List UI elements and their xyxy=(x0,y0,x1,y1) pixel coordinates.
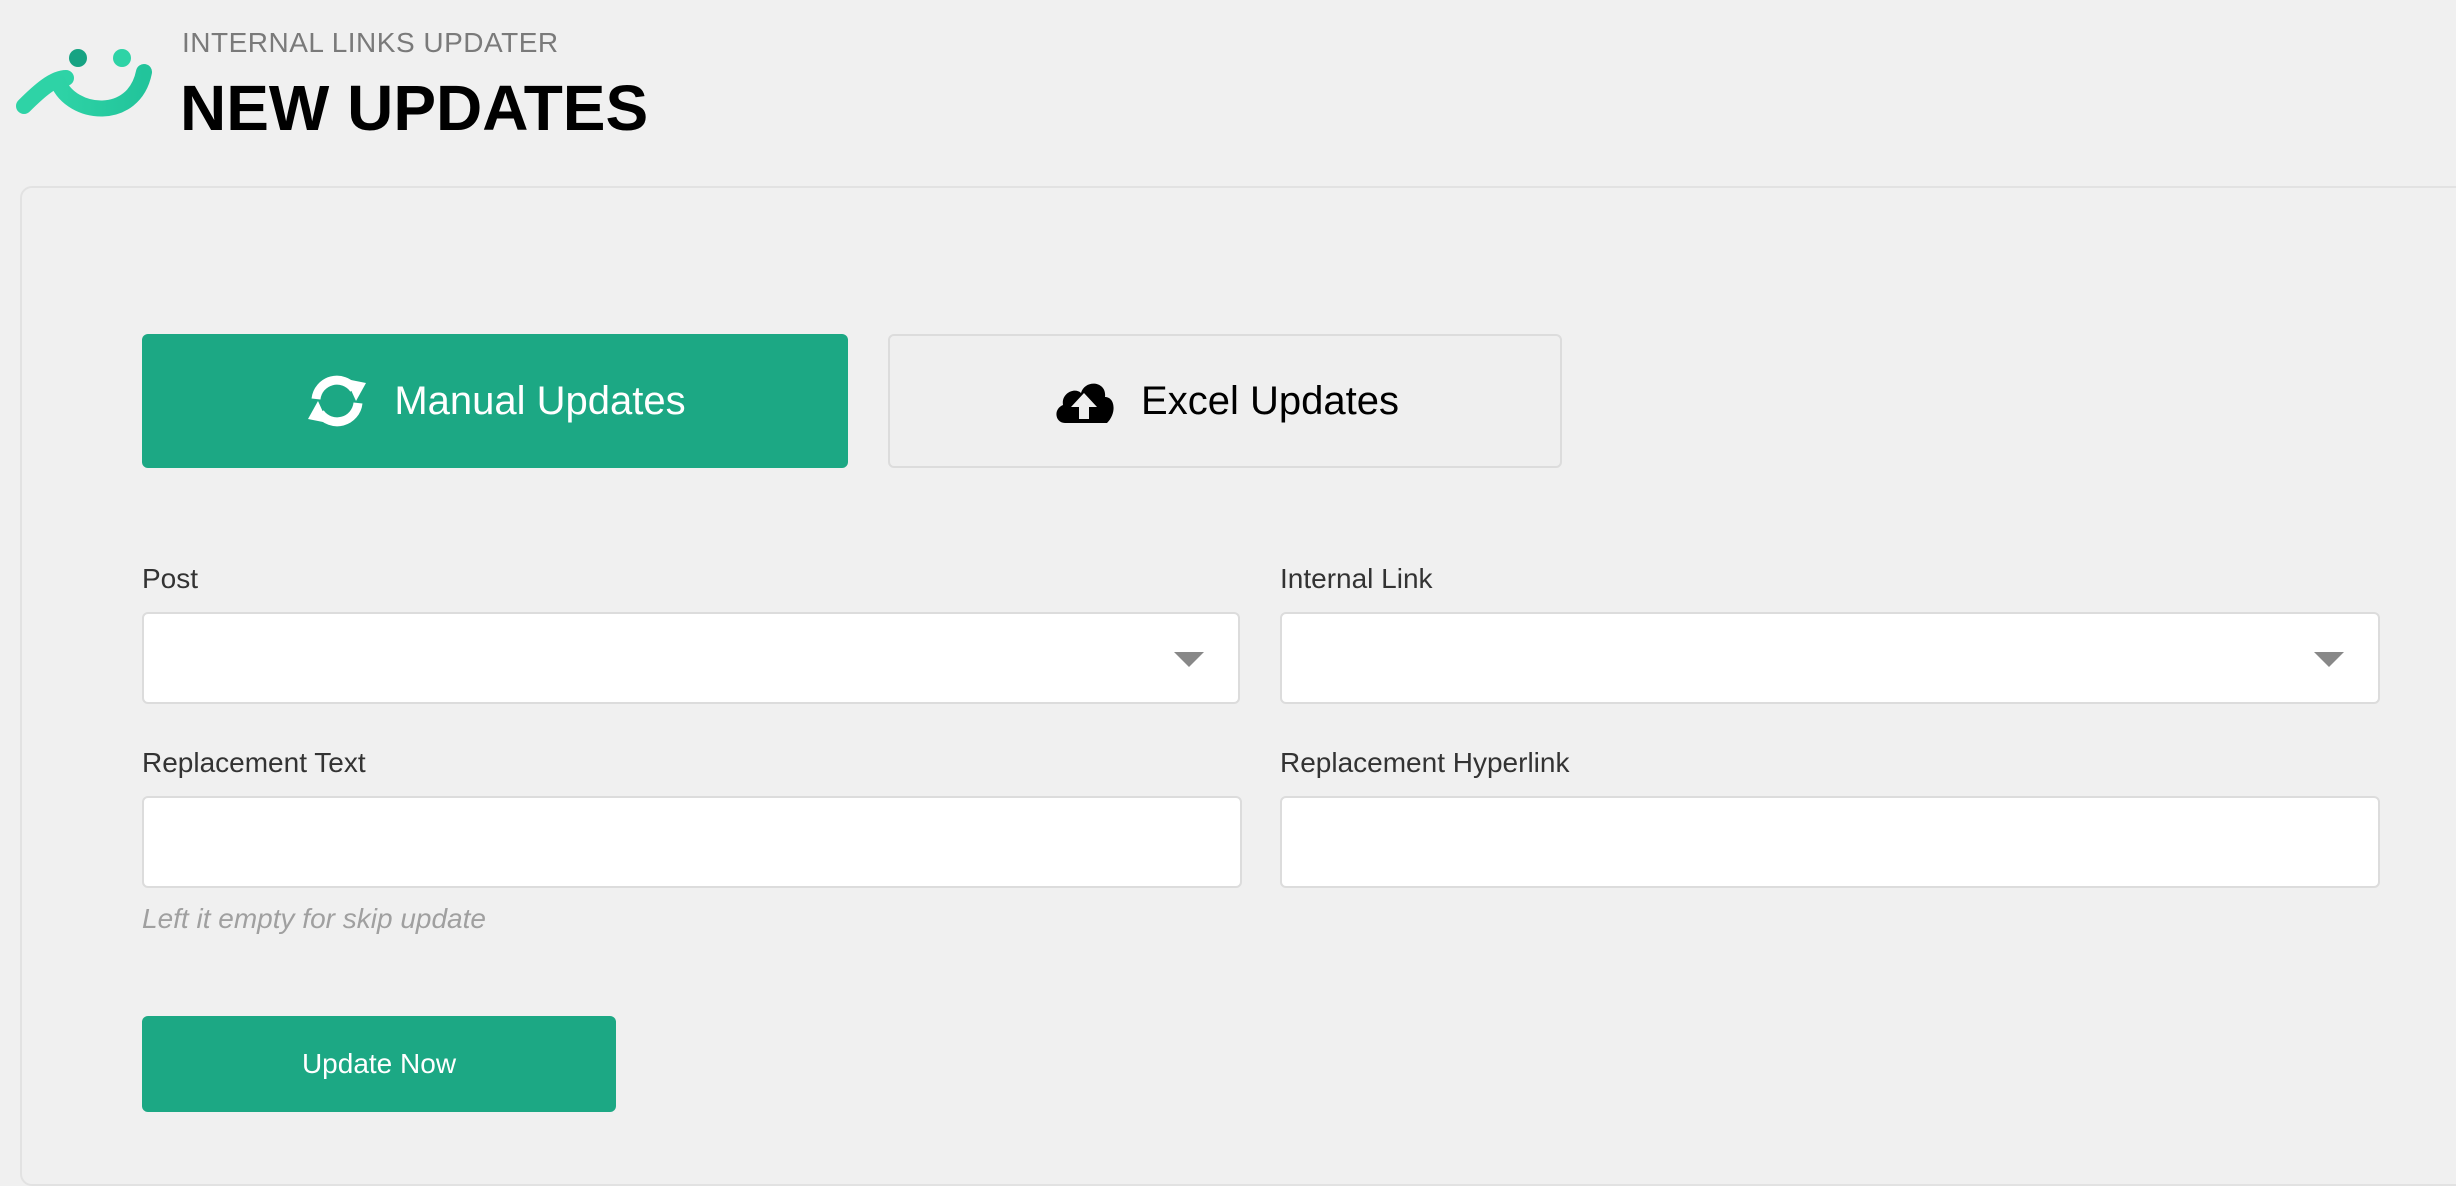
update-now-button[interactable]: Update Now xyxy=(142,1016,616,1112)
chevron-down-icon xyxy=(1174,652,1204,667)
replacement-hyperlink-input[interactable] xyxy=(1280,796,2380,888)
cloud-upload-icon xyxy=(1051,373,1117,429)
page-title: NEW UPDATES xyxy=(180,72,649,144)
chevron-down-icon xyxy=(2314,652,2344,667)
internal-link-select[interactable] xyxy=(1280,612,2380,704)
smile-logo-icon xyxy=(16,49,152,117)
sync-icon xyxy=(304,373,370,429)
tab-excel-updates[interactable]: Excel Updates xyxy=(888,334,1562,468)
app-subtitle: INTERNAL LINKS UPDATER xyxy=(182,27,559,58)
tab-manual-updates-label: Manual Updates xyxy=(394,378,686,423)
post-select[interactable] xyxy=(142,612,1240,704)
replacement-text-input[interactable] xyxy=(142,796,1242,888)
replacement-text-label: Replacement Text xyxy=(142,747,366,778)
tab-excel-updates-label: Excel Updates xyxy=(1141,378,1399,423)
internal-link-label: Internal Link xyxy=(1280,563,1433,594)
replacement-text-hint: Left it empty for skip update xyxy=(142,903,486,934)
post-label: Post xyxy=(142,563,199,594)
page-header: INTERNAL LINKS UPDATER NEW UPDATES xyxy=(0,0,2456,180)
tab-manual-updates[interactable]: Manual Updates xyxy=(142,334,848,468)
replacement-hyperlink-label: Replacement Hyperlink xyxy=(1280,747,1570,778)
